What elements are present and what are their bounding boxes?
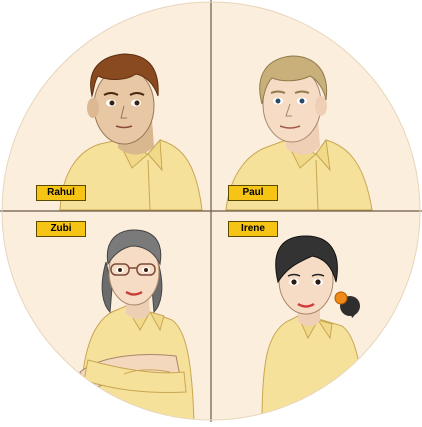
character-grid: Rahul Paul Zubi Irene (0, 0, 422, 422)
name-label-paul: Paul (228, 185, 278, 201)
name-label-zubi: Zubi (36, 221, 86, 237)
name-label-rahul: Rahul (36, 185, 86, 201)
name-label-irene: Irene (228, 221, 278, 237)
character-grid-illustration (0, 0, 422, 422)
